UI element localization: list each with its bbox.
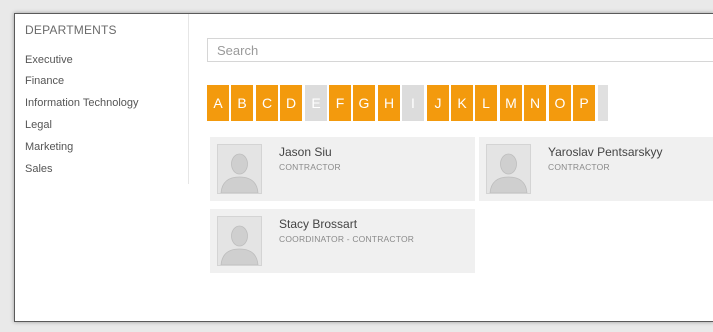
department-item-legal[interactable]: Legal xyxy=(25,119,52,131)
department-item-information-technology[interactable]: Information Technology xyxy=(25,97,139,109)
letter-filter-p[interactable]: P xyxy=(573,85,595,121)
search-input[interactable] xyxy=(207,38,713,62)
person-card[interactable]: Stacy Brossart COORDINATOR - CONTRACTOR xyxy=(210,209,475,273)
person-name[interactable]: Jason Siu xyxy=(279,145,332,159)
letter-filter-h[interactable]: H xyxy=(378,85,400,121)
letter-filter-f[interactable]: F xyxy=(329,85,351,121)
letter-filter-n[interactable]: N xyxy=(524,85,546,121)
departments-title: DEPARTMENTS xyxy=(25,23,117,37)
letter-filter-k[interactable]: K xyxy=(451,85,473,121)
departments-sidebar: DEPARTMENTS Executive Finance Informatio… xyxy=(15,14,189,184)
letter-filter-j[interactable]: J xyxy=(427,85,449,121)
letter-filter-d[interactable]: D xyxy=(280,85,302,121)
department-item-finance[interactable]: Finance xyxy=(25,75,64,87)
letter-filter-a[interactable]: A xyxy=(207,85,229,121)
department-item-executive[interactable]: Executive xyxy=(25,54,73,66)
department-item-sales[interactable]: Sales xyxy=(25,163,53,175)
person-role: CONTRACTOR xyxy=(548,162,610,172)
department-item-marketing[interactable]: Marketing xyxy=(25,141,73,153)
letter-filter-c[interactable]: C xyxy=(256,85,278,121)
letter-filter-e: E xyxy=(305,85,327,121)
person-name[interactable]: Stacy Brossart xyxy=(279,217,357,231)
letter-filter-o[interactable]: O xyxy=(549,85,571,121)
person-name[interactable]: Yaroslav Pentsarskyy xyxy=(548,145,663,159)
person-role: COORDINATOR - CONTRACTOR xyxy=(279,234,415,244)
letter-filter-b[interactable]: B xyxy=(231,85,253,121)
person-card[interactable]: Yaroslav Pentsarskyy CONTRACTOR xyxy=(479,137,713,201)
directory-window: DEPARTMENTS Executive Finance Informatio… xyxy=(14,13,713,322)
letter-filter-i: I xyxy=(402,85,424,121)
person-role: CONTRACTOR xyxy=(279,162,341,172)
letter-filter-overflow xyxy=(598,85,608,121)
person-placeholder-icon xyxy=(486,144,531,194)
letter-filter-l[interactable]: L xyxy=(475,85,497,121)
letter-filter-m[interactable]: M xyxy=(500,85,522,121)
alphabet-filter-bar: A B C D E F G H I J K L M N O P xyxy=(207,85,713,121)
letter-filter-g[interactable]: G xyxy=(353,85,375,121)
person-placeholder-icon xyxy=(217,216,262,266)
person-placeholder-icon xyxy=(217,144,262,194)
person-card[interactable]: Jason Siu CONTRACTOR xyxy=(210,137,475,201)
